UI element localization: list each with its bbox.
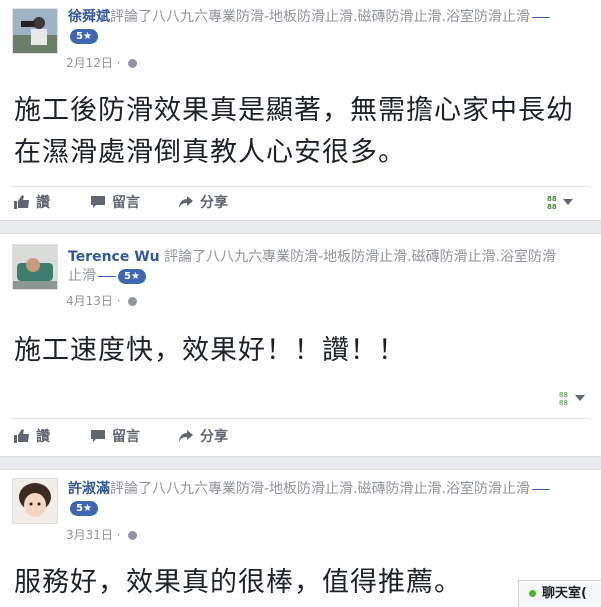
post-meta: 2月12日 · [66,54,138,71]
like-button[interactable]: 讚 [14,192,50,212]
rating-connector [531,488,550,490]
svg-text:88: 88 [559,399,568,406]
online-status-icon [529,590,536,597]
post-date[interactable]: 2月12日 [66,56,113,70]
review-header: Terence Wu 評論了八八九六專業防滑-地板防滑止滑.磁磚防滑止滑.浴室防… [68,248,568,286]
like-label: 讚 [36,429,50,445]
reaction-selector[interactable]: 88 88 [547,194,573,210]
section-separator [0,456,601,470]
review-body: 施工後防滑效果真是顯著，無需擔心家中長幼在濕滑處滑倒真教人心安很多。 [14,95,574,168]
share-button[interactable]: 分享 [178,192,228,212]
divider [12,418,589,419]
rating-badge: 5★ [70,500,98,516]
comment-label: 留言 [112,429,140,445]
avatar[interactable] [12,244,58,290]
share-label: 分享 [200,429,228,445]
review-action-text[interactable]: 評論了八八九六專業防滑-地板防滑止滑.磁磚防滑止滑.浴室防滑止滑 [110,9,530,25]
chevron-down-icon [563,199,573,205]
svg-text:88: 88 [559,391,568,399]
review-header: 許淑滿評論了八八九六專業防滑-地板防滑止滑.磁磚防滑止滑.浴室防滑止滑 5★ [68,480,568,518]
chat-tab[interactable]: 聊天室( [518,580,601,607]
svg-text:88: 88 [547,203,557,210]
translate-icon: 8888 [559,391,568,406]
action-bar: 讚 留言 分享 88 88 [12,192,589,220]
share-icon [179,196,193,208]
post-meta: 3月31日 · [66,526,138,543]
avatar[interactable] [12,8,58,54]
review-body: 施工速度快，效果好！！讚！！ [14,335,406,366]
like-button[interactable]: 讚 [14,426,50,446]
rating-badge: 5★ [70,28,98,44]
chevron-down-icon [575,395,585,401]
share-button[interactable]: 分享 [178,426,228,446]
review-action-text[interactable]: 評論了八八九六專業防滑-地板防滑止滑.磁磚防滑止滑.浴室防滑止滑 [110,481,530,497]
chat-label: 聊天室( [542,586,587,601]
comment-icon [91,430,105,442]
action-bar: 讚 留言 分享 [12,426,589,454]
globe-icon [128,59,138,68]
svg-text:88: 88 [547,195,557,203]
rating-connector [98,275,116,277]
post-date[interactable]: 4月13日 [66,294,113,308]
review-card-1: 徐舜斌評論了八八九六專業防滑-地板防滑止滑.磁磚防滑止滑.浴室防滑止滑 5★ 2月… [0,0,601,220]
author-name[interactable]: Terence Wu [68,249,160,265]
post-meta: 4月13日 · [66,292,138,309]
reaction-selector[interactable]: 88 88 [559,390,585,406]
translate-icon: 8888 [547,195,557,210]
review-card-2: Terence Wu 評論了八八九六專業防滑-地板防滑止滑.磁磚防滑止滑.浴室防… [0,234,601,456]
rating-connector [531,16,550,18]
thumbs-up-icon [14,195,29,209]
review-body: 服務好，效果真的很棒，值得推薦。 [14,567,462,598]
globe-icon [128,531,138,540]
section-separator [0,220,601,234]
comment-icon [91,196,105,208]
thumbs-up-icon [14,429,29,443]
post-date[interactable]: 3月31日 [66,528,113,542]
share-icon [179,430,193,442]
author-name[interactable]: 許淑滿 [68,481,110,497]
comment-button[interactable]: 留言 [90,192,140,212]
review-card-3: 許淑滿評論了八八九六專業防滑-地板防滑止滑.磁磚防滑止滑.浴室防滑止滑 5★ 3月… [0,470,601,600]
comment-label: 留言 [112,195,140,211]
divider [12,186,589,187]
share-label: 分享 [200,195,228,211]
avatar[interactable] [12,478,58,524]
review-header: 徐舜斌評論了八八九六專業防滑-地板防滑止滑.磁磚防滑止滑.浴室防滑止滑 5★ [68,8,568,46]
rating-badge: 5★ [118,268,146,284]
globe-icon [128,297,138,306]
comment-button[interactable]: 留言 [90,426,140,446]
author-name[interactable]: 徐舜斌 [68,9,110,25]
like-label: 讚 [36,195,50,211]
